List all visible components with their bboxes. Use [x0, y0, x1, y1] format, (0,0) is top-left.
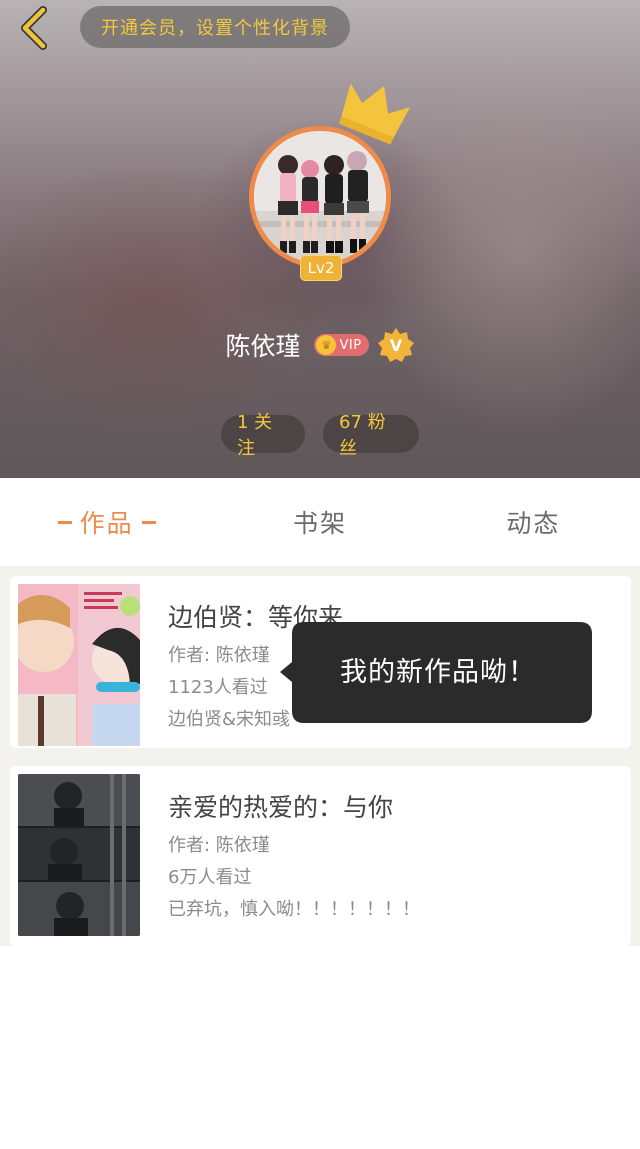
vip-badge[interactable]: ♛ VIP [314, 334, 369, 356]
tab-bookshelf-label: 书架 [292, 509, 347, 538]
avatar[interactable] [249, 126, 391, 268]
stats-row: 1 关注 67 粉丝 [0, 412, 640, 459]
tab-works[interactable]: 作品 [0, 478, 213, 566]
crown-icon [339, 83, 410, 144]
profile-header: 开通会员，设置个性化背景 Lv2 陈依瑾 ♛ VIP V 1 关注 67 粉丝 [0, 0, 640, 478]
vip-background-banner[interactable]: 开通会员，设置个性化背景 [80, 6, 350, 48]
work-card[interactable]: 亲爱的热爱的：与你 作者: 陈依瑾 6万人看过 已弃坑，慎入呦！！！！！！！ [10, 766, 631, 946]
work-cover-image [18, 584, 140, 746]
work-title: 亲爱的热爱的：与你 [168, 793, 394, 822]
work-cover [18, 774, 140, 936]
verified-badge-icon[interactable]: V [377, 326, 415, 364]
empty-area [0, 946, 640, 1149]
following-count-button[interactable]: 1 关注 [221, 412, 305, 459]
vip-label: VIP [339, 337, 362, 353]
user-info-row: 陈依瑾 ♛ VIP V [0, 322, 640, 368]
tab-bookshelf[interactable]: 书架 [213, 478, 426, 566]
username: 陈依瑾 [225, 332, 301, 361]
avatar-photo [254, 131, 386, 263]
profile-tabs: 作品 书架 动态 [0, 478, 640, 566]
tab-active-dash-right [141, 520, 156, 524]
back-button[interactable] [14, 6, 54, 50]
tab-activity-label: 动态 [506, 509, 561, 538]
level-badge: Lv2 [300, 255, 342, 281]
followers-count-button[interactable]: 67 粉丝 [323, 412, 419, 459]
svg-text:V: V [389, 336, 402, 355]
tab-activity[interactable]: 动态 [427, 478, 640, 566]
vip-crown-icon: ♛ [316, 335, 337, 355]
work-info: 亲爱的热爱的：与你 作者: 陈依瑾 6万人看过 已弃坑，慎入呦！！！！！！！ [168, 786, 608, 926]
profile-page: 开通会员，设置个性化背景 Lv2 陈依瑾 ♛ VIP V 1 关注 67 粉丝 … [0, 0, 640, 1149]
tab-works-label: 作品 [79, 509, 134, 538]
work-cover [18, 584, 140, 746]
work-author: 作者: 陈依瑾 [168, 835, 270, 856]
tooltip-text: 我的新作品呦！ [340, 657, 536, 688]
tab-active-dash-left [57, 520, 72, 524]
chevron-left-icon [21, 6, 47, 50]
work-views: 6万人看过 [168, 867, 252, 888]
work-tags: 已弃坑，慎入呦！！！！！！！ [168, 899, 420, 920]
work-cover-image [18, 774, 140, 936]
